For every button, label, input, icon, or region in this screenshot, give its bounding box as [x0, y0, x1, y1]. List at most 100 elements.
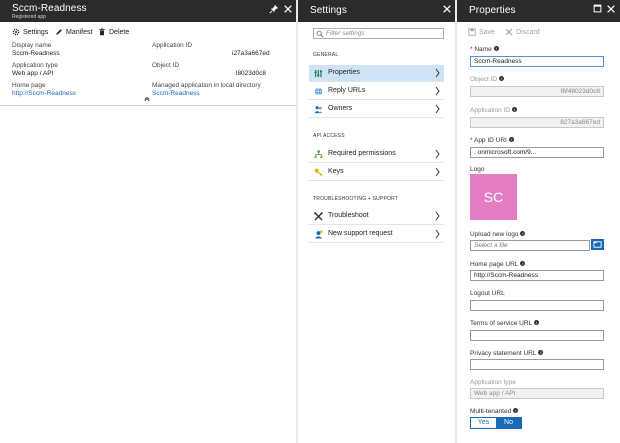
- save-button-label: Save: [479, 28, 495, 36]
- multi-tenanted-label-text: Multi-tenanted: [470, 408, 512, 415]
- app-blade-subtitle: Registered app: [12, 14, 46, 20]
- menu-item-keys-label: Keys: [328, 168, 344, 175]
- upload-logo-input[interactable]: Select a file: [470, 240, 590, 251]
- wrench-icon: [314, 212, 323, 221]
- close-icon[interactable]: [605, 4, 617, 16]
- chevron-right-icon: [435, 149, 440, 159]
- menu-item-required-permissions[interactable]: Required permissions: [309, 146, 444, 163]
- name-label: * Name i: [470, 46, 499, 53]
- save-button[interactable]: Save: [468, 27, 495, 37]
- app-id-uri-input[interactable]: . onmicrosoft.com/9...: [470, 147, 604, 158]
- home-page-url-label: Home page URL i: [470, 261, 526, 268]
- info-icon[interactable]: i: [512, 107, 518, 112]
- info-icon[interactable]: i: [520, 231, 526, 236]
- terms-url-label: Terms of service URL i: [470, 320, 540, 327]
- application-type-input[interactable]: Web app / API: [470, 388, 604, 399]
- menu-item-owners-label: Owners: [328, 105, 353, 112]
- key-icon: [314, 168, 323, 177]
- info-icon[interactable]: i: [493, 46, 499, 51]
- settings-blade-header: Settings: [298, 0, 455, 22]
- privacy-url-label-text: Privacy statement URL: [470, 350, 537, 357]
- application-type-label: Application type: [470, 379, 516, 386]
- privacy-url-label: Privacy statement URL i: [470, 350, 544, 357]
- chevron-up-icon: [144, 96, 150, 102]
- object-id-label: Object ID: [152, 62, 180, 69]
- manifest-button[interactable]: Manifest: [55, 25, 92, 39]
- app-id-uri-label: * App ID URI i: [470, 137, 514, 144]
- app-logo: SC: [470, 174, 517, 220]
- info-icon[interactable]: i: [538, 350, 544, 355]
- app-type-value: Web app / API: [12, 70, 54, 77]
- support-icon: [314, 230, 323, 239]
- logout-url-label: Logout URL: [470, 290, 505, 297]
- menu-item-properties-label: Properties: [328, 69, 360, 76]
- application-id-label: Application ID i: [470, 107, 518, 114]
- menu-item-owners[interactable]: Owners: [309, 101, 444, 118]
- filter-settings-input[interactable]: Filter settings: [313, 28, 444, 39]
- menu-item-properties[interactable]: Properties: [309, 65, 444, 82]
- info-icon[interactable]: i: [508, 137, 514, 142]
- menu-item-keys[interactable]: Keys: [309, 164, 444, 181]
- logout-url-input[interactable]: [470, 300, 604, 311]
- managed-app-link[interactable]: Sccm-Readness: [152, 90, 200, 97]
- collapse-essentials-button[interactable]: [144, 96, 150, 104]
- terms-url-input[interactable]: [470, 330, 604, 341]
- app-id-uri-label-text: App ID URI: [473, 137, 507, 144]
- owners-icon: [314, 106, 323, 114]
- settings-button[interactable]: Settings: [12, 25, 48, 39]
- gear-icon: [12, 28, 20, 36]
- chevron-right-icon: [435, 104, 440, 114]
- logo-label: Logo: [470, 166, 485, 173]
- section-api-access: API ACCESS: [313, 133, 345, 139]
- info-icon[interactable]: i: [513, 408, 519, 413]
- home-page-url-input[interactable]: http://Sccm-Readness: [470, 270, 604, 281]
- menu-item-new-support-request[interactable]: New support request: [309, 226, 444, 243]
- chevron-right-icon: [435, 167, 440, 177]
- multi-tenanted-label: Multi-tenanted i: [470, 408, 519, 415]
- delete-button-label: Delete: [109, 28, 130, 36]
- settings-blade-title: Settings: [310, 5, 347, 16]
- application-id-input[interactable]: 827a3a667ed: [470, 117, 604, 128]
- properties-blade-title: Properties: [469, 5, 516, 16]
- app-id-label: Application ID: [152, 42, 193, 49]
- close-icon[interactable]: [282, 4, 294, 16]
- object-id-label-text: Object ID: [470, 76, 498, 83]
- object-id-value: l8023d0c8: [236, 70, 266, 77]
- menu-item-troubleshoot-label: Troubleshoot: [328, 212, 369, 219]
- info-icon[interactable]: i: [499, 76, 505, 81]
- app-type-label: Application type: [12, 62, 58, 69]
- info-icon[interactable]: i: [534, 320, 540, 325]
- browse-file-button[interactable]: [591, 239, 604, 250]
- chevron-right-icon: [435, 229, 440, 239]
- maximize-icon[interactable]: [591, 4, 603, 16]
- display-name-value: Sccm-Readness: [12, 50, 60, 57]
- name-input[interactable]: Sccm-Readness: [470, 56, 604, 67]
- save-icon: [468, 28, 476, 36]
- managed-app-label: Managed application in local directory: [152, 82, 261, 89]
- home-page-url-label-text: Home page URL: [470, 261, 519, 268]
- section-troubleshooting: TROUBLESHOOTING + SUPPORT: [313, 196, 399, 202]
- application-id-label-text: Application ID: [470, 107, 511, 114]
- filter-placeholder: Filter settings: [326, 30, 365, 37]
- properties-icon: [314, 69, 323, 78]
- section-general: GENERAL: [313, 52, 339, 58]
- menu-item-reply-urls[interactable]: Reply URLs: [309, 83, 444, 100]
- close-icon[interactable]: [441, 4, 453, 16]
- permissions-icon: [314, 150, 323, 159]
- app-blade-title: Sccm-Readness: [12, 3, 87, 14]
- info-icon[interactable]: i: [520, 261, 526, 266]
- menu-item-reply-urls-label: Reply URLs: [328, 87, 366, 94]
- chevron-right-icon: [435, 211, 440, 221]
- object-id-input[interactable]: f6f48023d0c8: [470, 86, 604, 97]
- multi-tenanted-yes[interactable]: Yes: [471, 418, 496, 428]
- delete-button[interactable]: Delete: [98, 25, 129, 39]
- privacy-url-input[interactable]: [470, 359, 604, 370]
- pin-icon[interactable]: [268, 4, 280, 16]
- menu-item-troubleshoot[interactable]: Troubleshoot: [309, 208, 444, 225]
- multi-tenanted-no[interactable]: No: [496, 418, 521, 428]
- pencil-icon: [56, 29, 62, 35]
- home-page-link[interactable]: http://Sccm-Readness: [12, 90, 76, 97]
- chevron-right-icon: [435, 86, 440, 96]
- discard-button[interactable]: Discard: [505, 27, 540, 37]
- name-label-text: Name: [474, 46, 492, 53]
